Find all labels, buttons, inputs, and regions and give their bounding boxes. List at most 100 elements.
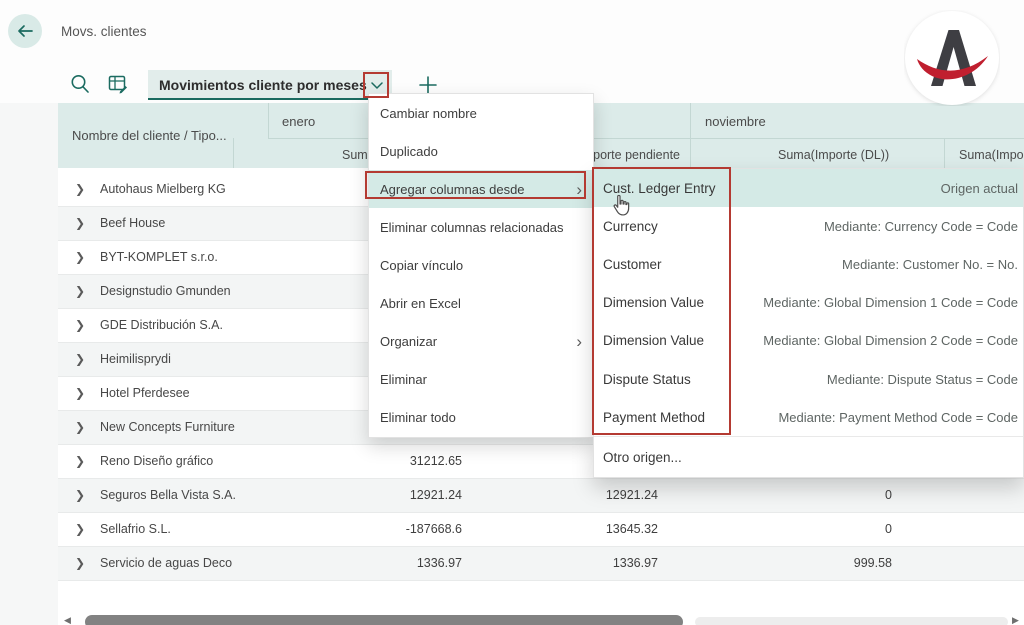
tab-active-underline (148, 98, 392, 100)
submenu-item-detail: Mediante: Global Dimension 1 Code = Code (763, 295, 1018, 310)
customer-name: New Concepts Furniture (100, 411, 235, 444)
submenu-item-label: Payment Method (603, 410, 705, 425)
scrollbar-track[interactable] (695, 617, 1008, 625)
month-group-noviembre[interactable]: noviembre (705, 114, 766, 129)
expand-chevron-icon[interactable]: ❯ (75, 343, 85, 376)
menu-item-label: Cambiar nombre (380, 106, 477, 121)
view-tab-label: Movimientos cliente por meses (148, 77, 367, 93)
menu-item-label: Copiar vínculo (380, 258, 463, 273)
expand-chevron-icon[interactable]: ❯ (75, 173, 85, 206)
customer-name: Seguros Bella Vista S.A. (100, 479, 236, 512)
menu-item-abrir-en-excel[interactable]: Abrir en Excel (369, 284, 593, 322)
cell-value: -187668.6 (406, 513, 462, 546)
menu-item-eliminar-todo[interactable]: Eliminar todo (369, 399, 593, 437)
submenu-item-detail: Mediante: Dispute Status = Code (827, 372, 1018, 387)
submenu-item-customer[interactable]: Customer Mediante: Customer No. = No. (594, 245, 1023, 283)
business-central-window: Movs. clientes Movimientos cliente por m… (0, 0, 1024, 625)
expand-chevron-icon[interactable]: ❯ (75, 513, 85, 546)
analysis-mode-button[interactable] (106, 72, 130, 96)
submenu-item-detail: Mediante: Global Dimension 2 Code = Code (763, 333, 1018, 348)
submenu-item-label: Currency (603, 219, 658, 234)
customer-name: GDE Distribución S.A. (100, 309, 223, 342)
expand-chevron-icon[interactable]: ❯ (75, 275, 85, 308)
submenu-item-detail: Mediante: Payment Method Code = Code (778, 410, 1018, 425)
analysis-icon (106, 72, 130, 96)
submenu-item-dimension-value-1[interactable]: Dimension Value Mediante: Global Dimensi… (594, 284, 1023, 322)
customer-name: Designstudio Gmunden (100, 275, 231, 308)
menu-item-eliminar[interactable]: Eliminar (369, 361, 593, 399)
chevron-right-icon: › (576, 333, 582, 350)
submenu-item-payment-method[interactable]: Payment Method Mediante: Payment Method … (594, 398, 1023, 436)
left-gutter (0, 103, 58, 625)
header-divider (233, 138, 234, 168)
submenu-item-label: Dimension Value (603, 333, 704, 348)
submenu-item-detail: Mediante: Currency Code = Code (824, 219, 1018, 234)
customer-name: Reno Diseño gráfico (100, 445, 213, 478)
tab-view-movimientos-cliente-por-meses[interactable]: Movimientos cliente por meses (148, 70, 392, 100)
menu-item-label: Eliminar todo (380, 410, 456, 425)
submenu-item-dispute-status[interactable]: Dispute Status Mediante: Dispute Status … (594, 360, 1023, 398)
cell-value: 0 (885, 479, 892, 512)
expand-chevron-icon[interactable]: ❯ (75, 411, 85, 444)
chevron-right-icon: › (576, 181, 582, 198)
customer-name: Hotel Pferdesee (100, 377, 190, 410)
cell-value: 1336.97 (417, 547, 462, 580)
submenu-item-detail: Mediante: Customer No. = No. (842, 257, 1018, 272)
search-icon (68, 72, 92, 96)
expand-chevron-icon[interactable]: ❯ (75, 479, 85, 512)
customer-name: Servicio de aguas Deco (100, 547, 232, 580)
menu-item-duplicado[interactable]: Duplicado (369, 132, 593, 170)
header-divider (690, 103, 691, 168)
company-logo (904, 10, 1000, 106)
header-divider (944, 138, 945, 168)
table-row[interactable]: ❯ Seguros Bella Vista S.A. 12921.24 1292… (58, 479, 1024, 513)
cell-value: 999.58 (854, 547, 892, 580)
menu-item-label: Organizar (380, 334, 437, 349)
column-header-suma-importe-dl[interactable]: Suma(Importe (DL)) (778, 148, 889, 162)
cell-value: 12921.24 (606, 479, 658, 512)
scroll-left-arrow-icon[interactable]: ◀ (64, 615, 71, 625)
back-button[interactable] (8, 14, 42, 48)
cell-value: 13645.32 (606, 513, 658, 546)
column-header-suma-importe-2[interactable]: Suma(Impo (959, 148, 1024, 162)
submenu-item-cust-ledger-entry[interactable]: Cust. Ledger Entry Origen actual (594, 169, 1023, 207)
search-button[interactable] (68, 72, 92, 96)
expand-chevron-icon[interactable]: ❯ (75, 547, 85, 580)
column-header-customer-name[interactable]: Nombre del cliente / Tipo... (72, 103, 227, 168)
header-divider (268, 103, 269, 138)
expand-chevron-icon[interactable]: ❯ (75, 207, 85, 240)
submenu-item-otro-origen[interactable]: Otro origen... (594, 437, 1023, 477)
cell-value: 31212.65 (410, 445, 462, 478)
menu-item-label: Eliminar (380, 372, 427, 387)
submenu-item-label: Cust. Ledger Entry (603, 181, 716, 196)
menu-item-label: Abrir en Excel (380, 296, 461, 311)
cell-value: 0 (885, 513, 892, 546)
expand-chevron-icon[interactable]: ❯ (75, 241, 85, 274)
menu-item-label: Agregar columnas desde (380, 182, 525, 197)
aitana-logo-icon (904, 10, 1000, 106)
customer-name: Beef House (100, 207, 165, 240)
submenu-item-label: Dimension Value (603, 295, 704, 310)
expand-chevron-icon[interactable]: ❯ (75, 445, 85, 478)
menu-item-organizar[interactable]: Organizar › (369, 323, 593, 361)
customer-name: BYT-KOMPLET s.r.o. (100, 241, 218, 274)
table-row[interactable]: ❯ Sellafrio S.L. -187668.6 13645.32 0 (58, 513, 1024, 547)
column-header-importe-pendiente[interactable]: Importe pendiente (579, 148, 680, 162)
menu-item-agregar-columnas-desde[interactable]: Agregar columnas desde › (369, 170, 593, 208)
table-row[interactable]: ❯ Servicio de aguas Deco 1336.97 1336.97… (58, 547, 1024, 581)
menu-item-eliminar-columnas-relacionadas[interactable]: Eliminar columnas relacionadas (369, 208, 593, 246)
customer-name: Sellafrio S.L. (100, 513, 171, 546)
cell-value: 12921.24 (410, 479, 462, 512)
customer-name: Heimilisprydi (100, 343, 171, 376)
submenu-item-currency[interactable]: Currency Mediante: Currency Code = Code (594, 207, 1023, 245)
scrollbar-thumb[interactable] (85, 615, 683, 625)
back-icon (16, 22, 34, 40)
submenu-item-dimension-value-2[interactable]: Dimension Value Mediante: Global Dimensi… (594, 322, 1023, 360)
scroll-right-arrow-icon[interactable]: ▶ (1012, 615, 1019, 625)
page-title: Movs. clientes (61, 24, 147, 39)
menu-item-cambiar-nombre[interactable]: Cambiar nombre (369, 94, 593, 132)
menu-item-copiar-vinculo[interactable]: Copiar vínculo (369, 246, 593, 284)
expand-chevron-icon[interactable]: ❯ (75, 377, 85, 410)
month-group-enero[interactable]: enero (282, 114, 315, 129)
expand-chevron-icon[interactable]: ❯ (75, 309, 85, 342)
